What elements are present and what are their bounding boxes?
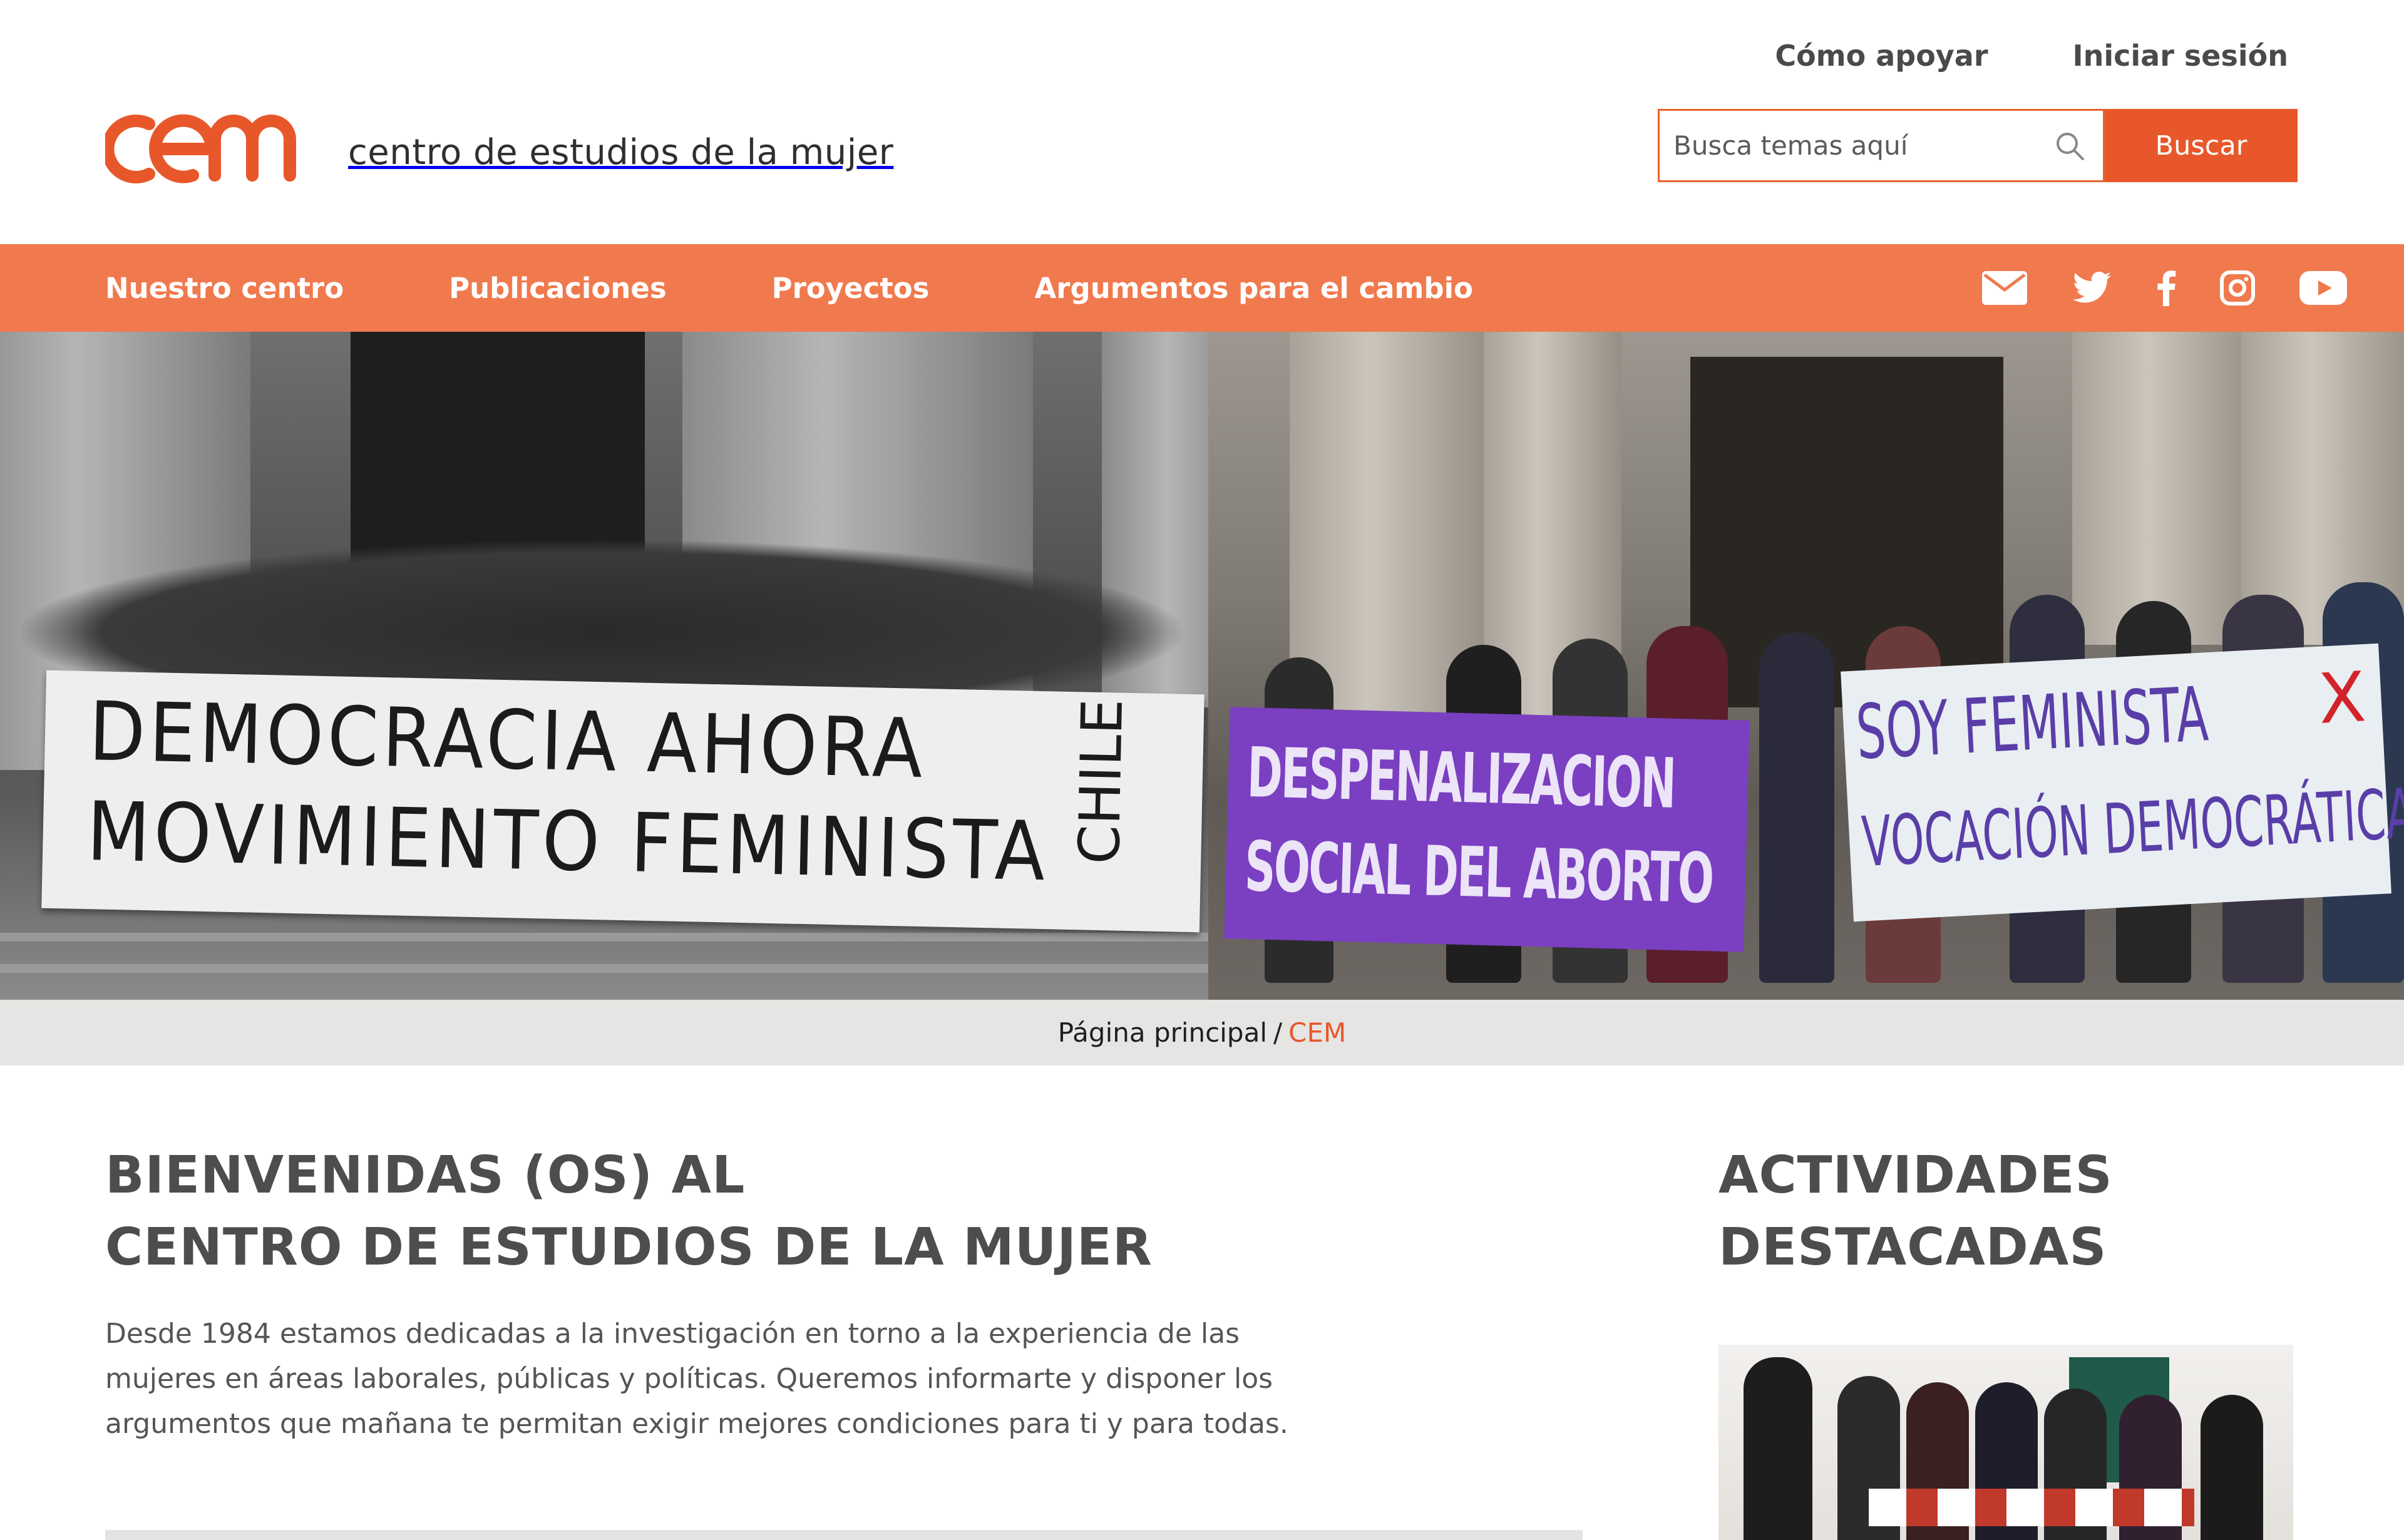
breadcrumb-home-link[interactable]: Página principal bbox=[1058, 1017, 1267, 1048]
white-banner-mark: X bbox=[2316, 657, 2368, 739]
instagram-icon[interactable] bbox=[2220, 270, 2255, 305]
featured-activities-title: ACTIVIDADES DESTACADAS bbox=[1718, 1139, 2113, 1283]
mail-icon[interactable] bbox=[1981, 270, 2028, 306]
facebook-icon[interactable] bbox=[2156, 270, 2176, 306]
page-title-line1: BIENVENIDAS (OS) AL bbox=[105, 1146, 746, 1205]
hero-photo-current: DESPENALIZACION SOCIAL DEL ABORTO SOY FE… bbox=[1208, 332, 2404, 1000]
cem-logo-icon bbox=[105, 114, 296, 183]
login-link[interactable]: Iniciar sesión bbox=[2073, 39, 2288, 73]
column bbox=[2072, 332, 2260, 645]
intro-text: Desde 1984 estamos dedicadas a la invest… bbox=[105, 1318, 1288, 1440]
helmets bbox=[1869, 1489, 2194, 1526]
search-icon[interactable] bbox=[2050, 126, 2089, 165]
support-link[interactable]: Cómo apoyar bbox=[1775, 39, 1988, 73]
banner-side-text: CHILE bbox=[1066, 698, 1136, 865]
site-header: Cómo apoyar Iniciar sesión centro de est… bbox=[0, 0, 2404, 244]
nav-item-publicaciones[interactable]: Publicaciones bbox=[449, 272, 666, 305]
breadcrumb-current: CEM bbox=[1288, 1017, 1347, 1048]
purple-banner: DESPENALIZACION SOCIAL DEL ABORTO bbox=[1224, 707, 1750, 952]
steps bbox=[0, 933, 1208, 942]
page-title-line2: CENTRO DE ESTUDIOS DE LA MUJER bbox=[105, 1218, 1153, 1277]
youtube-icon[interactable] bbox=[2299, 270, 2348, 305]
banner-text-line1: DEMOCRACIA AHORA bbox=[88, 684, 928, 797]
person bbox=[2201, 1395, 2263, 1540]
search-button[interactable]: Buscar bbox=[2105, 109, 2298, 182]
banner-text-line2: MOVIMIENTO FEMINISTA bbox=[86, 784, 1050, 900]
doorway bbox=[1690, 357, 2003, 707]
nav-item-proyectos[interactable]: Proyectos bbox=[772, 272, 930, 305]
site-logo[interactable]: centro de estudios de la mujer bbox=[105, 105, 893, 187]
top-links: Cómo apoyar Iniciar sesión bbox=[1775, 39, 2288, 73]
hero-banner-image: DEMOCRACIA AHORA MOVIMIENTO FEMINISTA CH… bbox=[0, 332, 2404, 1000]
nav-item-argumentos[interactable]: Argumentos para el cambio bbox=[1034, 272, 1473, 305]
steps bbox=[0, 964, 1208, 973]
person bbox=[1759, 632, 1834, 983]
twitter-icon[interactable] bbox=[2072, 271, 2112, 305]
nav-items: Nuestro centro Publicaciones Proyectos A… bbox=[105, 244, 1473, 332]
logo-text: centro de estudios de la mujer bbox=[348, 131, 894, 173]
historic-banner: DEMOCRACIA AHORA MOVIMIENTO FEMINISTA CH… bbox=[41, 670, 1205, 933]
search-box bbox=[1658, 109, 2105, 182]
page-title: BIENVENIDAS (OS) AL CENTRO DE ESTUDIOS D… bbox=[105, 1139, 1153, 1283]
hero-photo-historic: DEMOCRACIA AHORA MOVIMIENTO FEMINISTA CH… bbox=[0, 332, 1208, 1000]
white-banner: SOY FEMINISTA X VOCACIÓN DEMOCRÁTICA bbox=[1841, 643, 2404, 922]
featured-title-line1: ACTIVIDADES bbox=[1718, 1146, 2113, 1205]
breadcrumb-separator: / bbox=[1273, 1017, 1283, 1048]
main-nav: Nuestro centro Publicaciones Proyectos A… bbox=[0, 244, 2404, 332]
featured-activity-image[interactable] bbox=[1718, 1345, 2293, 1540]
social-links bbox=[1981, 244, 2348, 332]
featured-title-line2: DESTACADAS bbox=[1718, 1218, 2107, 1277]
white-banner-line2: VOCACIÓN DEMOCRÁTICA bbox=[1860, 773, 2404, 883]
section-divider bbox=[105, 1530, 1583, 1540]
nav-item-nuestro-centro[interactable]: Nuestro centro bbox=[105, 272, 344, 305]
search-form: Buscar bbox=[1658, 109, 2298, 182]
breadcrumb: Página principal / CEM bbox=[0, 1000, 2404, 1065]
purple-banner-line1: DESPENALIZACION bbox=[1246, 732, 1676, 824]
search-input[interactable] bbox=[1673, 130, 2050, 161]
purple-banner-line2: SOCIAL DEL ABORTO bbox=[1243, 826, 1714, 919]
white-banner-line1: SOY FEMINISTA bbox=[1854, 671, 2211, 777]
person bbox=[1744, 1357, 1812, 1540]
